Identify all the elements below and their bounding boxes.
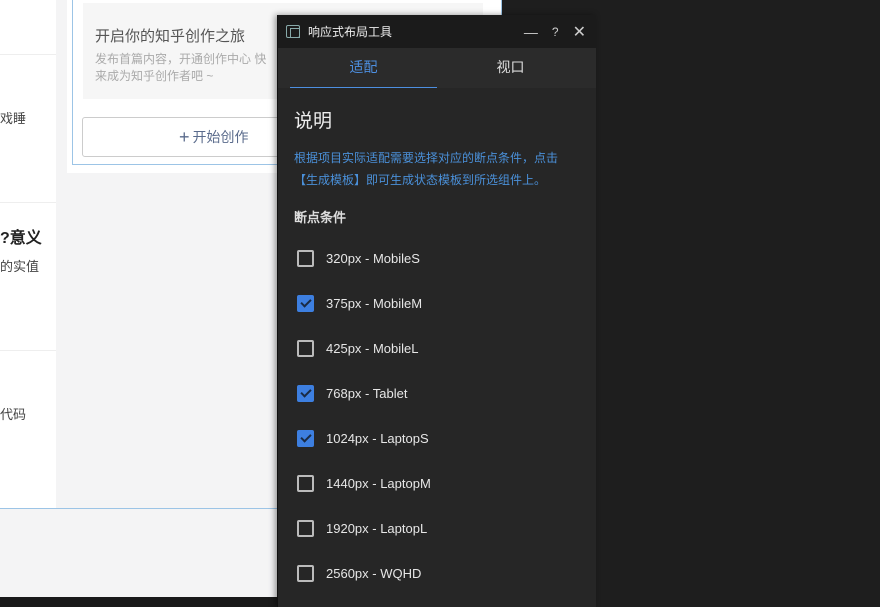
breakpoint-option[interactable]: 320px - MobileS xyxy=(294,236,580,281)
breakpoint-option[interactable]: 2560px - WQHD xyxy=(294,551,580,596)
tab-viewport[interactable]: 视口 xyxy=(437,48,584,88)
responsive-layout-dialog: 响应式布局工具 — ? ✕ 适配 视口 说明 根据项目实际适配需要选择对应的断点… xyxy=(277,15,596,607)
tab-bar: 适配 视口 xyxy=(278,48,596,88)
breakpoints-heading: 断点条件 xyxy=(294,210,347,225)
checkbox[interactable] xyxy=(297,520,314,537)
breakpoint-label: 2560px - WQHD xyxy=(326,566,422,581)
help-button[interactable]: ? xyxy=(552,25,559,39)
start-creating-label: 开始创作 xyxy=(192,129,249,145)
breakpoint-option[interactable]: 375px - MobileM xyxy=(294,281,580,326)
checkbox[interactable] xyxy=(297,385,314,402)
plus-icon: + xyxy=(179,126,190,147)
feed-title[interactable]: 意义? xyxy=(0,224,56,248)
close-button[interactable]: ✕ xyxy=(573,22,586,42)
bottom-bar xyxy=(0,597,277,607)
breakpoint-label: 425px - MobileL xyxy=(326,341,419,356)
checkbox[interactable] xyxy=(297,340,314,357)
promo-title: 开启你的知乎创作之旅 xyxy=(95,28,246,45)
minimize-button[interactable]: — xyxy=(524,24,538,40)
breakpoint-option[interactable]: 1440px - LaptopM xyxy=(294,461,580,506)
feed-text: 戏睡 xyxy=(0,111,27,126)
breakpoint-label: 1024px - LaptopS xyxy=(326,431,429,446)
app-icon xyxy=(286,25,300,38)
checkbox[interactable] xyxy=(297,430,314,447)
breakpoint-option[interactable]: 425px - MobileL xyxy=(294,326,580,371)
breakpoint-option[interactable]: 1024px - LaptopS xyxy=(294,416,580,461)
breakpoint-option[interactable]: 1920px - LaptopL xyxy=(294,506,580,551)
breakpoint-label: 1440px - LaptopM xyxy=(326,476,431,491)
checkbox[interactable] xyxy=(297,565,314,582)
breakpoint-option[interactable]: 768px - Tablet xyxy=(294,371,580,416)
breakpoint-list: 320px - MobileS 375px - MobileM 425px - Mo… xyxy=(294,236,580,596)
selection-line xyxy=(0,508,277,509)
breakpoint-label: 320px - MobileS xyxy=(326,251,420,266)
checkbox[interactable] xyxy=(297,250,314,267)
feed-text: 代码 xyxy=(0,407,27,422)
checkbox[interactable] xyxy=(297,475,314,492)
description-text: 根据项目实际适配需要选择对应的断点条件，点击【生成模板】即可生成状态模板到所选组… xyxy=(294,151,559,187)
tab-adapt[interactable]: 适配 xyxy=(290,48,437,88)
dialog-title: 响应式布局工具 xyxy=(308,25,393,39)
feed-text: 的实值 xyxy=(0,259,40,274)
breakpoint-label: 1920px - LaptopL xyxy=(326,521,428,536)
dialog-titlebar[interactable]: 响应式布局工具 — ? ✕ xyxy=(278,15,596,48)
feed-column: 戏睡 意义? 的实值 代码 xyxy=(0,0,56,508)
checkbox[interactable] xyxy=(297,295,314,312)
divider xyxy=(0,350,56,351)
breakpoint-label: 375px - MobileM xyxy=(326,296,423,311)
promo-subtitle: 发布首篇内容，开通创作中心 快来成为知乎创作者吧 ~ xyxy=(95,52,267,83)
breakpoint-label: 768px - Tablet xyxy=(326,386,408,401)
divider xyxy=(0,54,56,55)
divider xyxy=(0,202,56,203)
section-heading: 说明 xyxy=(294,111,333,132)
